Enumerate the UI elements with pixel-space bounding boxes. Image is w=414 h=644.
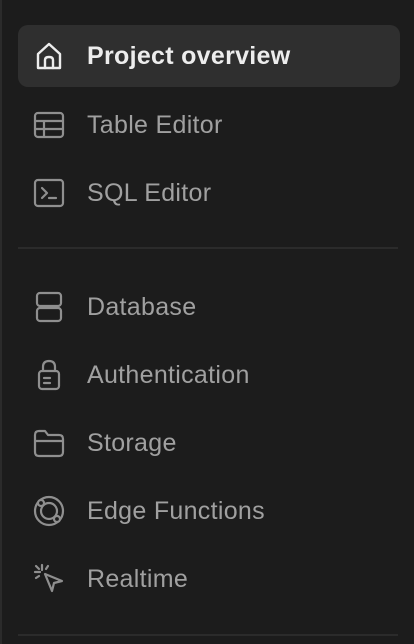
sidebar-item-database[interactable]: Database xyxy=(18,276,400,338)
sidebar-item-label: Table Editor xyxy=(87,110,223,139)
folder-icon xyxy=(32,426,66,460)
sidebar-divider xyxy=(18,247,398,249)
terminal-icon xyxy=(32,176,66,210)
sidebar-divider xyxy=(18,634,398,636)
sidebar-item-edge-functions[interactable]: Edge Functions xyxy=(18,480,400,542)
lock-icon xyxy=(32,358,66,392)
sidebar-item-project-overview[interactable]: Project overview xyxy=(18,25,400,87)
sidebar-item-label: Project overview xyxy=(87,41,291,70)
sidebar-item-label: SQL Editor xyxy=(87,178,212,207)
sidebar-item-table-editor[interactable]: Table Editor xyxy=(18,94,400,156)
sidebar-item-authentication[interactable]: Authentication xyxy=(18,344,400,406)
sidebar-item-label: Edge Functions xyxy=(87,496,265,525)
sidebar-item-label: Realtime xyxy=(87,564,189,593)
sidebar-item-storage[interactable]: Storage xyxy=(18,412,400,474)
sidebar-item-realtime[interactable]: Realtime xyxy=(18,548,400,610)
home-icon xyxy=(32,39,66,73)
sidebar-nav: Project overview Table Editor SQL Editor xyxy=(0,0,414,644)
sidebar-item-label: Authentication xyxy=(87,360,250,389)
database-icon xyxy=(32,290,66,324)
cursor-click-icon xyxy=(32,562,66,596)
sidebar-item-label: Database xyxy=(87,292,197,321)
sidebar-item-label: Storage xyxy=(87,428,177,457)
table-icon xyxy=(32,108,66,142)
sidebar-item-sql-editor[interactable]: SQL Editor xyxy=(18,162,400,224)
edge-functions-icon xyxy=(32,494,66,528)
